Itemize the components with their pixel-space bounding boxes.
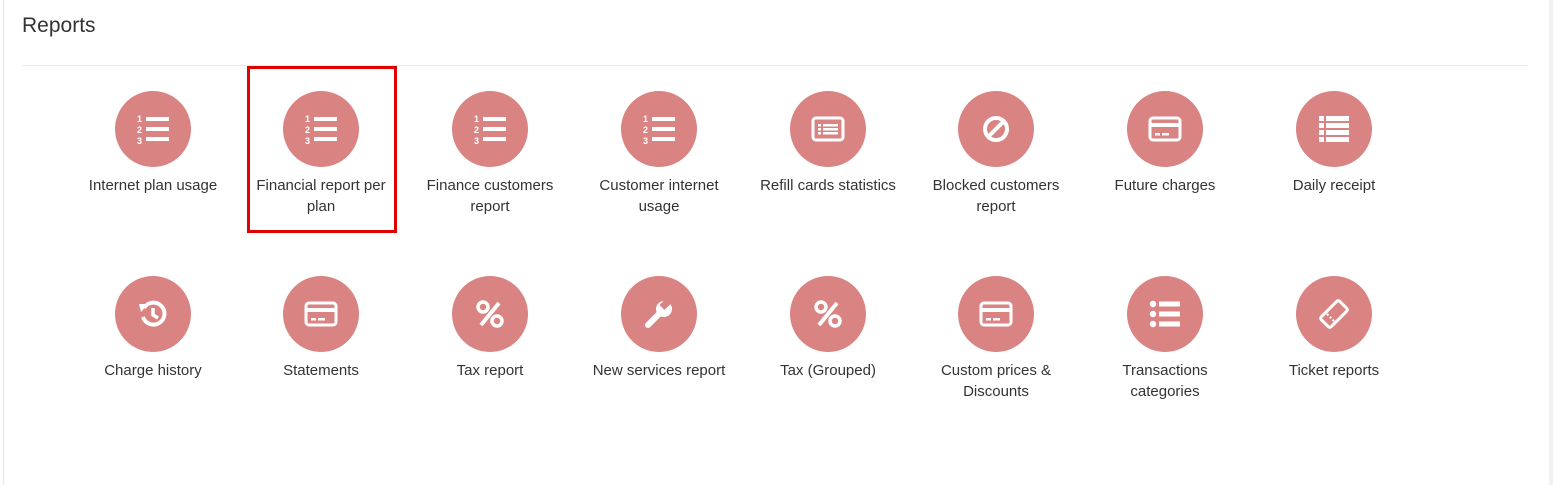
svg-text:1: 1: [643, 114, 648, 124]
scroll-edge: [1549, 0, 1553, 485]
report-label: Statements: [283, 362, 359, 379]
percent-icon: [452, 276, 528, 352]
ban-icon: [958, 91, 1034, 167]
report-label: Daily receipt: [1292, 177, 1376, 194]
report-label: Blocked customers report: [932, 177, 1060, 215]
svg-text:2: 2: [474, 125, 479, 135]
list-alt-icon: [790, 91, 866, 167]
svg-text:2: 2: [305, 125, 310, 135]
report-label: Customer internet usage: [599, 177, 719, 215]
percent-icon: [790, 276, 866, 352]
svg-text:1: 1: [305, 114, 310, 124]
report-customer-internet-usage[interactable]: 1 2 3 Customer internet usage: [578, 91, 740, 217]
report-financial-report-per-plan[interactable]: 1 2 3 Financial report per plan: [240, 91, 402, 217]
report-tax-grouped[interactable]: Tax (Grouped): [747, 276, 909, 381]
report-label: Internet plan usage: [88, 177, 218, 194]
svg-text:3: 3: [474, 136, 479, 146]
list-ul-icon: [1127, 276, 1203, 352]
svg-text:1: 1: [474, 114, 479, 124]
credit-card-icon: [958, 276, 1034, 352]
report-custom-prices-discounts[interactable]: Custom prices & Discounts: [915, 276, 1077, 402]
svg-text:2: 2: [643, 125, 648, 135]
report-refill-cards-statistics[interactable]: Refill cards statistics: [747, 91, 909, 196]
report-label: Future charges: [1114, 177, 1216, 194]
report-label: Transactions categories: [1122, 362, 1208, 400]
report-label: Charge history: [104, 362, 202, 379]
svg-text:3: 3: [305, 136, 310, 146]
numbered-list-icon: 1 2 3: [115, 91, 191, 167]
history-icon: [115, 276, 191, 352]
report-statements[interactable]: Statements: [240, 276, 402, 381]
svg-text:1: 1: [137, 114, 142, 124]
reports-panel: [3, 0, 1550, 485]
wrench-icon: [621, 276, 697, 352]
list-icon: [1296, 91, 1372, 167]
report-label: Custom prices & Discounts: [940, 362, 1052, 400]
svg-text:2: 2: [137, 125, 142, 135]
report-new-services-report[interactable]: New services report: [578, 276, 740, 381]
report-blocked-customers-report[interactable]: Blocked customers report: [915, 91, 1077, 217]
report-internet-plan-usage[interactable]: 1 2 3 Internet plan usage: [72, 91, 234, 196]
report-label: Tax report: [456, 362, 524, 379]
svg-text:3: 3: [643, 136, 648, 146]
report-charge-history[interactable]: Charge history: [72, 276, 234, 381]
ticket-icon: [1296, 276, 1372, 352]
report-ticket-reports[interactable]: Ticket reports: [1253, 276, 1415, 381]
numbered-list-icon: 1 2 3: [621, 91, 697, 167]
report-daily-receipt[interactable]: Daily receipt: [1253, 91, 1415, 196]
report-finance-customers-report[interactable]: 1 2 3 Finance customers report: [409, 91, 571, 217]
numbered-list-icon: 1 2 3: [283, 91, 359, 167]
report-transactions-categories[interactable]: Transactions categories: [1084, 276, 1246, 402]
numbered-list-icon: 1 2 3: [452, 91, 528, 167]
report-tax-report[interactable]: Tax report: [409, 276, 571, 381]
report-label: Tax (Grouped): [780, 362, 876, 379]
report-label: Refill cards statistics: [760, 177, 896, 194]
svg-text:3: 3: [137, 136, 142, 146]
report-future-charges[interactable]: Future charges: [1084, 91, 1246, 196]
page-title: Reports: [22, 14, 96, 37]
report-label: Ticket reports: [1288, 362, 1380, 379]
title-divider: [22, 65, 1528, 66]
report-label: Financial report per plan: [256, 177, 386, 215]
credit-card-icon: [1127, 91, 1203, 167]
report-label: Finance customers report: [426, 177, 554, 215]
report-label: New services report: [592, 362, 726, 379]
credit-card-icon: [283, 276, 359, 352]
